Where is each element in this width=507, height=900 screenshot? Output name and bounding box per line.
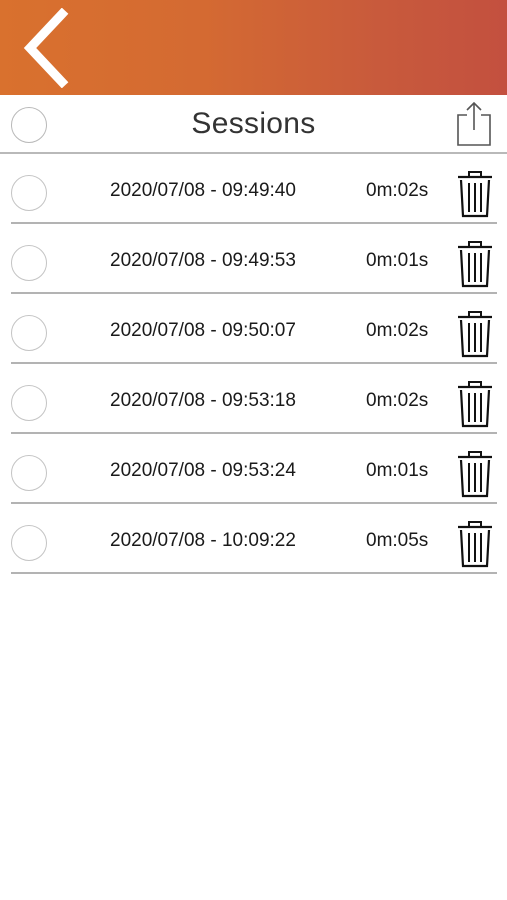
share-icon: [457, 101, 491, 146]
session-select-radio[interactable]: [11, 315, 47, 351]
session-timestamp: 2020/07/08 - 10:09:22: [110, 530, 296, 551]
delete-session-button[interactable]: [455, 170, 495, 218]
delete-session-button[interactable]: [455, 520, 495, 568]
top-bar: [0, 0, 507, 95]
session-row[interactable]: 2020/07/08 - 09:49:40 0m:02s: [0, 154, 507, 224]
trash-icon: [455, 311, 495, 362]
session-select-radio[interactable]: [11, 525, 47, 561]
delete-session-button[interactable]: [455, 450, 495, 498]
page-title: Sessions: [191, 107, 316, 140]
delete-session-button[interactable]: [455, 380, 495, 428]
session-select-radio[interactable]: [11, 245, 47, 281]
trash-icon: [455, 241, 495, 292]
session-duration: 0m:01s: [366, 460, 429, 481]
trash-icon: [455, 451, 495, 502]
session-timestamp: 2020/07/08 - 09:49:53: [110, 250, 296, 271]
session-duration: 0m:02s: [366, 390, 429, 411]
session-timestamp: 2020/07/08 - 09:50:07: [110, 320, 296, 341]
session-timestamp: 2020/07/08 - 09:49:40: [110, 180, 296, 201]
session-duration: 0m:02s: [366, 320, 429, 341]
session-select-radio[interactable]: [11, 175, 47, 211]
session-duration: 0m:01s: [366, 250, 429, 271]
session-select-radio[interactable]: [11, 385, 47, 421]
session-row[interactable]: 2020/07/08 - 10:09:22 0m:05s: [0, 504, 507, 574]
share-button[interactable]: [455, 101, 493, 147]
session-timestamp: 2020/07/08 - 09:53:18: [110, 390, 296, 411]
trash-icon: [455, 521, 495, 572]
sessions-header: Sessions: [0, 95, 507, 154]
session-row[interactable]: 2020/07/08 - 09:49:53 0m:01s: [0, 224, 507, 294]
trash-icon: [455, 381, 495, 432]
delete-session-button[interactable]: [455, 310, 495, 358]
back-button[interactable]: [18, 7, 78, 89]
delete-session-button[interactable]: [455, 240, 495, 288]
row-divider: [11, 572, 497, 574]
trash-icon: [455, 171, 495, 222]
session-row[interactable]: 2020/07/08 - 09:50:07 0m:02s: [0, 294, 507, 364]
session-select-radio[interactable]: [11, 455, 47, 491]
session-duration: 0m:05s: [366, 530, 429, 551]
chevron-left-icon: [23, 7, 69, 89]
session-duration: 0m:02s: [366, 180, 429, 201]
session-row[interactable]: 2020/07/08 - 09:53:18 0m:02s: [0, 364, 507, 434]
session-list: 2020/07/08 - 09:49:40 0m:02s 2020/07/08 - …: [0, 154, 507, 574]
session-timestamp: 2020/07/08 - 09:53:24: [110, 460, 296, 481]
session-row[interactable]: 2020/07/08 - 09:53:24 0m:01s: [0, 434, 507, 504]
